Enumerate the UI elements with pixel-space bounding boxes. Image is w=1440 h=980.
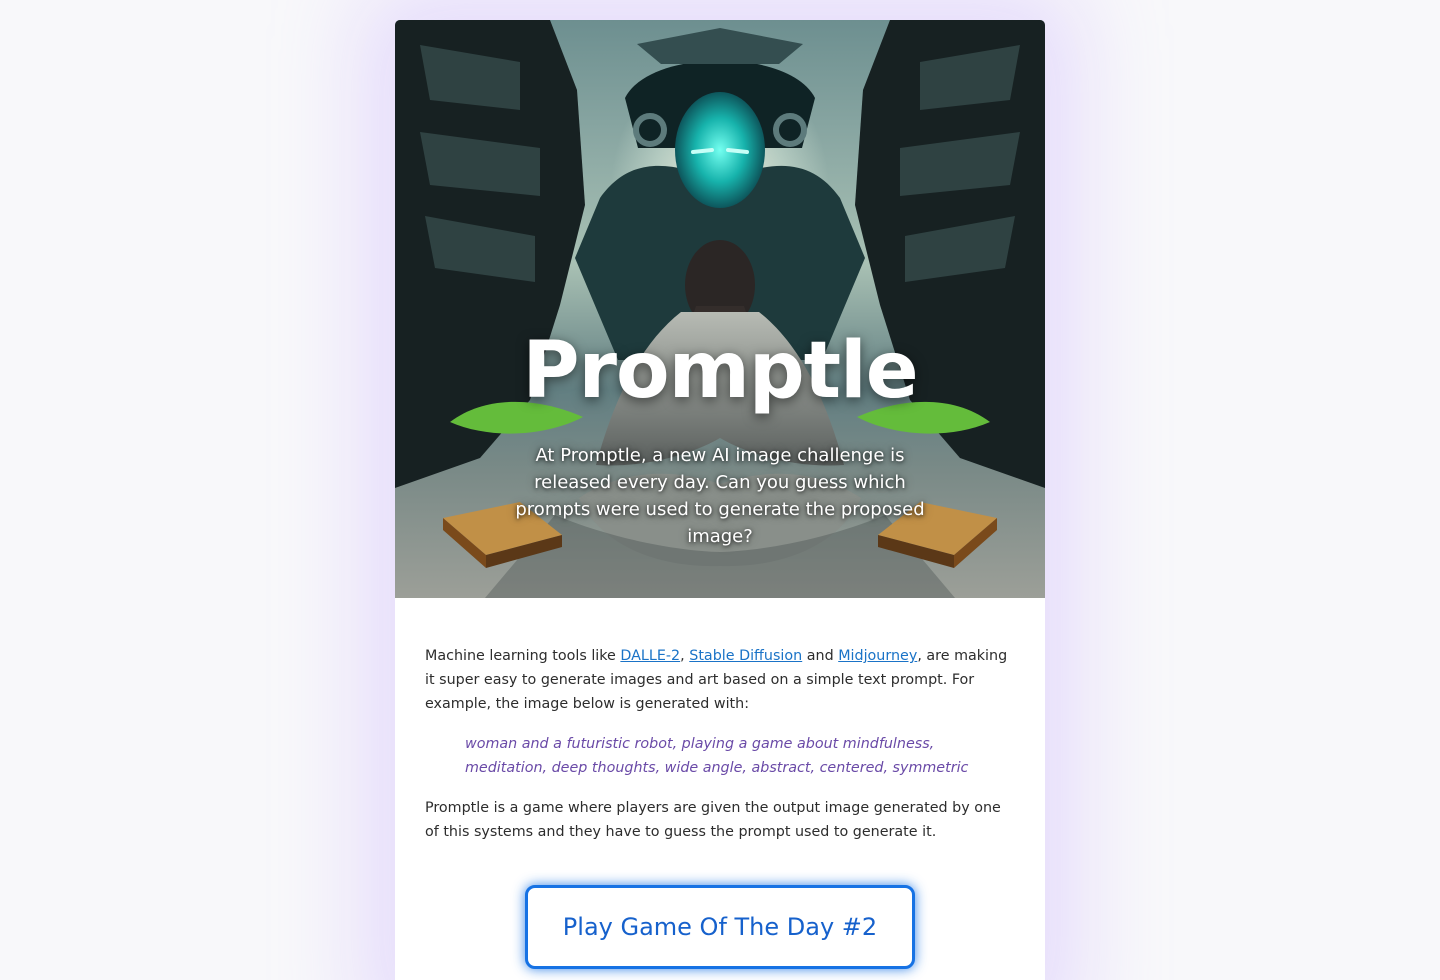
robot-crown	[637, 28, 803, 64]
link-separator: ,	[680, 648, 690, 664]
page-subtitle: At Promptle, a new AI image challenge is…	[515, 445, 925, 547]
intro-paragraph: Machine learning tools like DALLE-2, Sta…	[425, 644, 1017, 716]
example-prompt: woman and a futuristic robot, playing a …	[465, 736, 969, 776]
intro-text-before-links: Machine learning tools like	[425, 648, 621, 664]
stable-diffusion-link[interactable]: Stable Diffusion	[689, 648, 802, 664]
hero-section: Promptle At Promptle, a new AI image cha…	[395, 20, 1045, 598]
page: Promptle At Promptle, a new AI image cha…	[0, 0, 1440, 980]
dalle-link[interactable]: DALLE-2	[620, 648, 680, 664]
description-section: Machine learning tools like DALLE-2, Sta…	[425, 644, 1017, 844]
robot-face	[675, 92, 765, 208]
content-card: Promptle At Promptle, a new AI image cha…	[395, 20, 1045, 980]
link-conjunction: and	[802, 648, 839, 664]
page-title: Promptle	[522, 326, 918, 416]
game-description: Promptle is a game where players are giv…	[425, 800, 1001, 840]
play-game-button[interactable]: Play Game Of The Day #2	[525, 885, 915, 969]
midjourney-link[interactable]: Midjourney	[838, 648, 917, 664]
call-to-action-container: Play Game Of The Day #2	[525, 885, 915, 969]
